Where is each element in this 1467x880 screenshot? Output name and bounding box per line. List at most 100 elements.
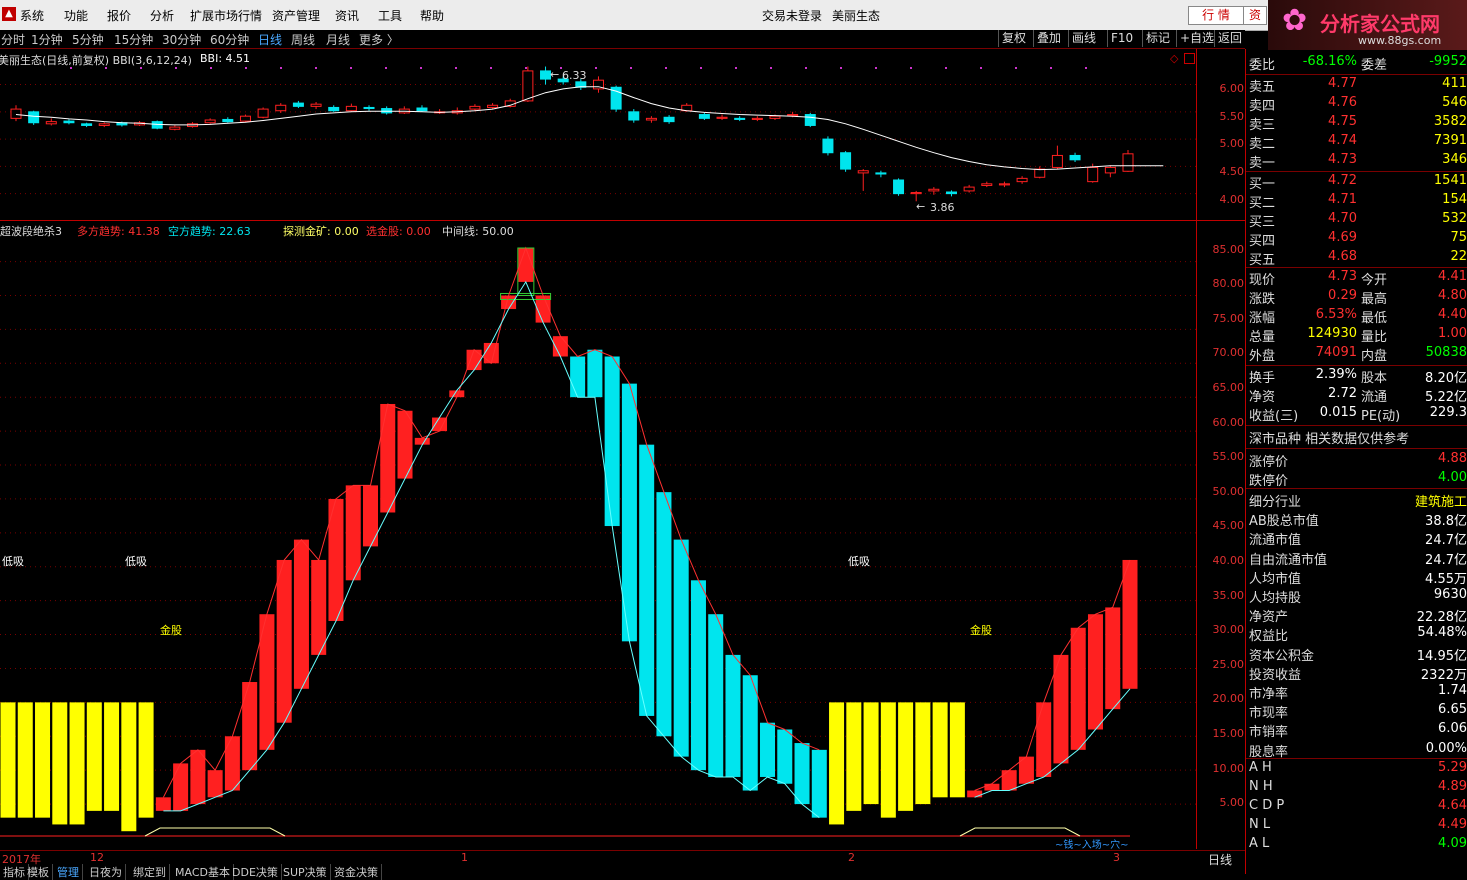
tab-day-night[interactable]: 日夜为 — [86, 864, 126, 880]
buy-price: 4.69 — [1328, 230, 1357, 245]
sell-level-label: 卖五 — [1249, 80, 1276, 95]
detail-row: 自由流通市值 24.7亿 — [1246, 549, 1467, 568]
indicator-bar — [587, 349, 603, 398]
period-15min[interactable]: 15分钟 — [114, 31, 153, 48]
candle-body — [98, 123, 110, 126]
menu-item-quote[interactable]: 报价 — [107, 7, 131, 24]
menu-item-function[interactable]: 功能 — [64, 7, 88, 24]
candle-body — [1087, 166, 1099, 183]
tab-manage[interactable]: 管理 — [54, 864, 83, 880]
indicator-tick: 55.00 — [1212, 450, 1245, 463]
menu-item-news[interactable]: 资讯 — [335, 7, 359, 24]
quote-button[interactable]: 行 情 — [1188, 6, 1244, 25]
tab-dde[interactable]: DDE决策 — [229, 864, 282, 880]
candle-body — [787, 114, 799, 117]
candle-body — [804, 114, 816, 126]
detail-row: 市净率 1.74 — [1246, 683, 1467, 702]
period-60min[interactable]: 60分钟 — [210, 31, 249, 48]
asset-button[interactable]: 资 — [1243, 6, 1267, 25]
mark-button[interactable]: 标记 — [1142, 30, 1173, 47]
tab-sup[interactable]: SUP决策 — [280, 864, 331, 880]
candle-body — [963, 186, 975, 192]
tab-bind[interactable]: 绑定到 — [130, 864, 170, 880]
detail-label: 资本公积金 — [1249, 648, 1315, 664]
period-5min[interactable]: 5分钟 — [72, 31, 104, 48]
financial-row: 净资 2.72 流通 5.22亿 — [1246, 386, 1467, 405]
financial-value: 0.015 — [1319, 405, 1357, 420]
order-book-sell-row: 卖五 4.77 411 — [1246, 76, 1467, 95]
marker-dot — [630, 67, 632, 69]
indicator-name[interactable]: 超波段绝杀3 — [0, 223, 62, 239]
detail-label: 股息率 — [1249, 744, 1289, 760]
quote-label-2: 内盘 — [1361, 349, 1388, 364]
candle-body — [645, 117, 657, 121]
menu-item-system[interactable]: 系统 — [20, 7, 44, 24]
tab-macd[interactable]: MACD基本 — [172, 864, 234, 880]
back-button[interactable]: 返回 — [1214, 30, 1245, 47]
sell-volume: 546 — [1442, 95, 1467, 110]
period-weekly[interactable]: 周线 — [291, 31, 315, 48]
period-monthly[interactable]: 月线 — [326, 31, 350, 48]
menu-bar: ▲ 系统 功能 报价 分析 扩展市场行情 资产管理 资讯 工具 帮助 交易未登录… — [0, 0, 1467, 31]
logo-url: www.88gs.com — [1358, 34, 1442, 47]
period-minute[interactable]: 分时 — [1, 31, 25, 48]
indicator-bar — [570, 356, 586, 398]
marker-dot — [910, 67, 912, 69]
overlay-button[interactable]: 叠加 — [1033, 30, 1064, 47]
menu-item-analysis[interactable]: 分析 — [150, 7, 174, 24]
add-watchlist-button[interactable]: +自选 — [1176, 30, 1217, 47]
menu-item-asset-management[interactable]: 资产管理 — [272, 7, 320, 24]
period-30min[interactable]: 30分钟 — [162, 31, 201, 48]
weidiff-value: -9952 — [1429, 54, 1467, 69]
quote-label: 总量 — [1249, 330, 1276, 345]
f10-button[interactable]: F10 — [1107, 30, 1136, 47]
restore-right-button[interactable]: 复权 — [998, 30, 1029, 47]
chart-close-icon[interactable] — [1184, 53, 1195, 64]
pane-divider — [0, 220, 1245, 221]
quote-value: 6.53% — [1315, 307, 1357, 322]
dixi-annotation: 低吸 — [2, 555, 24, 568]
indicator-bar — [811, 749, 827, 818]
period-more[interactable]: 更多 〉 — [359, 31, 399, 48]
indicator-bar — [673, 539, 689, 757]
candle-body — [628, 111, 640, 121]
menu-item-extended-market[interactable]: 扩展市场行情 — [190, 7, 262, 24]
login-status[interactable]: 交易未登录 — [762, 7, 822, 24]
candle-body — [310, 103, 322, 107]
marker-dot — [595, 67, 597, 69]
indicator-tick: 30.00 — [1212, 623, 1245, 636]
market-note-text: 深市品种 相关数据仅供参考 — [1249, 432, 1410, 447]
candle-body — [875, 172, 887, 175]
limit-row: 跌停价 4.00 — [1246, 470, 1467, 489]
quote-value-2: 4.40 — [1438, 307, 1467, 322]
indicator-bar — [949, 702, 965, 798]
period-daily[interactable]: 日线 — [258, 31, 282, 48]
quote-label: 现价 — [1249, 273, 1276, 288]
candle-body — [945, 191, 957, 195]
chart-area[interactable] — [0, 49, 1246, 850]
menu-item-tools[interactable]: 工具 — [378, 7, 402, 24]
weibi-row: 委比 -68.16% 委差 -9952 — [1246, 54, 1467, 73]
limit-value: 4.00 — [1438, 470, 1467, 485]
tab-template[interactable]: 模板 — [24, 864, 53, 880]
index-label: A H — [1249, 760, 1272, 775]
limit-label: 涨停价 — [1249, 455, 1289, 470]
indicator-bar — [898, 702, 914, 811]
candle-body — [345, 105, 357, 112]
financial-row: 换手 2.39% 股本 8.20亿 — [1246, 367, 1467, 386]
menu-item-help[interactable]: 帮助 — [420, 7, 444, 24]
chart-settings-icon[interactable]: ◇ — [1170, 52, 1178, 65]
indicator-bar — [1036, 702, 1052, 777]
index-value: 4.49 — [1438, 817, 1467, 832]
period-1min[interactable]: 1分钟 — [31, 31, 63, 48]
detail-value: 4.55万 — [1425, 571, 1467, 587]
indicator-tick: 35.00 — [1212, 589, 1245, 602]
indicator-bar — [1001, 770, 1017, 791]
indicator-tick: 50.00 — [1212, 485, 1245, 498]
indicator-bar — [1122, 559, 1138, 689]
draw-line-button[interactable]: 画线 — [1068, 30, 1099, 47]
tab-fund[interactable]: 资金决策 — [331, 864, 382, 880]
sell-price: 4.75 — [1328, 114, 1357, 129]
indicator-bar — [725, 654, 741, 777]
detail-row: 人均持股 9630 — [1246, 587, 1467, 606]
